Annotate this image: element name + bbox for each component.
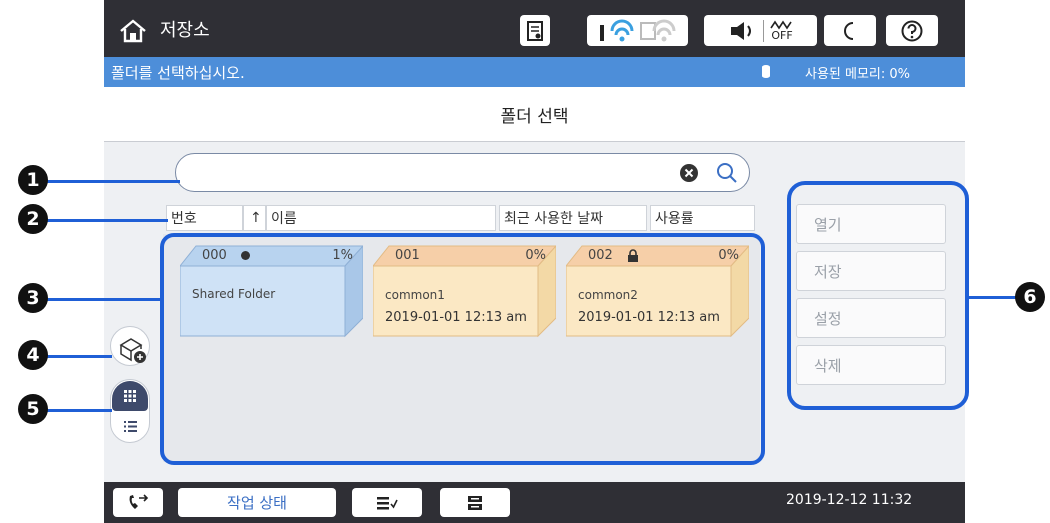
job-queue-icon xyxy=(377,496,398,509)
job-status-label: 작업 상태 xyxy=(227,494,287,512)
phone-icon xyxy=(129,493,149,509)
sleep-button[interactable] xyxy=(824,15,876,46)
callout-marker-6: 6 xyxy=(1015,282,1045,312)
memory-icon xyxy=(762,65,770,78)
list-view-button[interactable] xyxy=(112,412,148,441)
actions-highlight xyxy=(787,181,969,410)
add-box-icon xyxy=(119,338,146,363)
job-status-button[interactable]: 작업 상태 xyxy=(178,488,336,517)
sleep-icon xyxy=(844,21,854,40)
column-usage[interactable]: 사용률 xyxy=(650,205,755,231)
folder-area-highlight xyxy=(160,233,765,465)
quiet-off-icon: OFF xyxy=(770,20,794,41)
callout-line-2 xyxy=(45,219,168,222)
sound-controls[interactable]: OFF xyxy=(704,15,817,46)
grid-view-icon xyxy=(124,390,136,402)
storage-icon xyxy=(468,495,482,510)
sort-direction[interactable]: ↑ xyxy=(243,205,266,231)
column-name-label: 이름 xyxy=(271,211,297,227)
stop-job-button[interactable] xyxy=(352,488,422,517)
callout-marker-5: 5 xyxy=(18,394,48,424)
app-title: 저장소 xyxy=(160,20,210,41)
fax-log-button[interactable] xyxy=(113,488,163,517)
memory-usage: 사용된 메모리: 0% xyxy=(805,67,911,82)
callout-marker-2: 2 xyxy=(18,204,48,234)
ink-icon[interactable] xyxy=(520,15,550,46)
help-icon xyxy=(901,20,923,41)
instruction-text: 폴더를 선택하십시오. xyxy=(111,64,245,82)
sort-arrow-icon: ↑ xyxy=(250,210,262,226)
column-name[interactable]: 이름 xyxy=(266,205,496,231)
callout-marker-1: 1 xyxy=(18,165,48,195)
network-status[interactable] xyxy=(587,15,688,46)
callout-line-5 xyxy=(45,409,112,412)
callout-marker-4: 4 xyxy=(18,340,48,370)
callout-line-1 xyxy=(45,180,180,183)
search-input[interactable] xyxy=(175,153,750,192)
home-icon[interactable] xyxy=(118,18,148,44)
column-usage-label: 사용률 xyxy=(655,211,694,227)
clear-icon[interactable] xyxy=(680,164,698,182)
search-icon[interactable] xyxy=(716,162,738,184)
column-number[interactable]: 번호 xyxy=(166,205,243,231)
printer-status-button[interactable] xyxy=(440,488,510,517)
page-title: 폴더 선택 xyxy=(104,87,965,142)
callout-line-4 xyxy=(45,355,112,358)
wifi-direct-icon xyxy=(639,19,675,41)
list-view-icon xyxy=(123,421,137,432)
column-last-used[interactable]: 최근 사용한 날짜 xyxy=(499,205,647,231)
column-number-label: 번호 xyxy=(171,211,197,227)
callout-line-3 xyxy=(45,298,160,301)
datetime: 2019-12-12 11:32 xyxy=(786,492,913,508)
volume-icon xyxy=(731,21,751,40)
help-button[interactable] xyxy=(886,15,938,46)
quiet-off-label: OFF xyxy=(771,29,793,42)
wifi-icon xyxy=(599,19,633,41)
add-box-button[interactable] xyxy=(110,326,150,366)
callout-marker-3: 3 xyxy=(18,283,48,313)
column-last-used-label: 최근 사용한 날짜 xyxy=(504,211,604,227)
grid-view-button[interactable] xyxy=(112,381,148,411)
